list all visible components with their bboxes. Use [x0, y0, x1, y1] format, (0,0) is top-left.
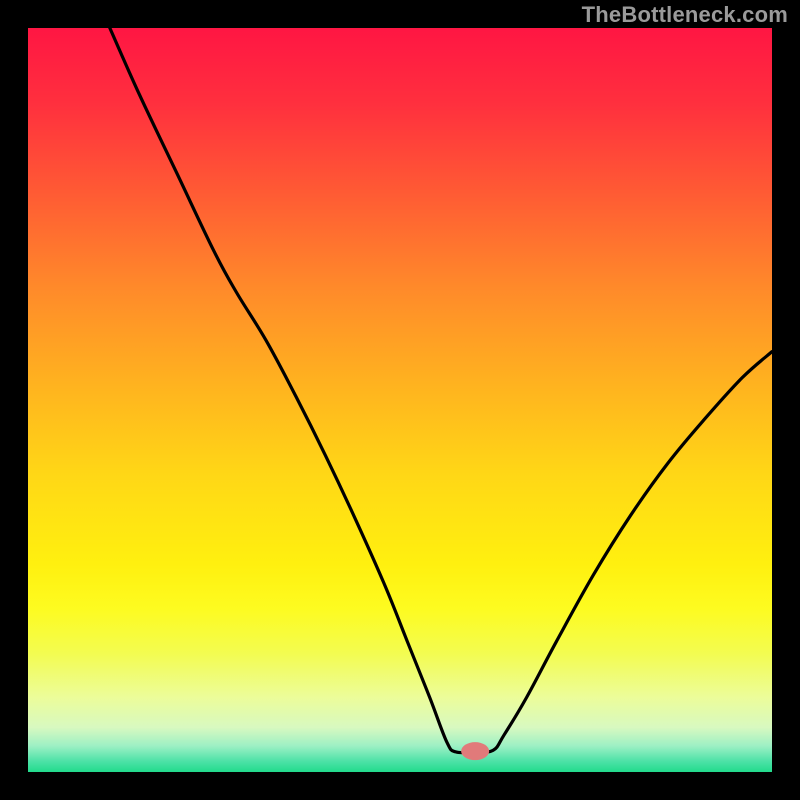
gradient-background	[28, 28, 772, 772]
watermark-text: TheBottleneck.com	[582, 2, 788, 28]
bottleneck-chart	[0, 0, 800, 800]
chart-frame: TheBottleneck.com	[0, 0, 800, 800]
optimum-marker	[461, 742, 489, 760]
